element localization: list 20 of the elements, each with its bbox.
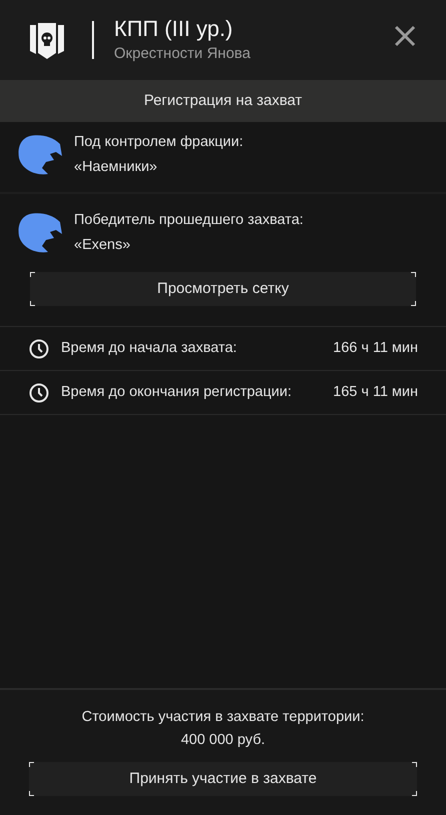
tab[interactable]: Регистрация на захват: [0, 80, 446, 122]
join-capture-button[interactable]: Принять участие в захвате: [29, 762, 417, 796]
timer-value: 165 ч 11 мин: [333, 382, 418, 402]
timer-label: Время до окончания регистрации:: [61, 382, 293, 402]
view-grid-button[interactable]: Просмотреть сетку: [30, 272, 416, 306]
location-title: КПП (III ур.): [114, 15, 234, 43]
timer-label: Время до начала захвата:: [61, 338, 238, 358]
clock-icon: [29, 382, 49, 402]
faction-name: «Наемники»: [74, 158, 158, 177]
location-subtitle: Окрестности Янова: [114, 44, 252, 64]
faction-name: «Exens»: [74, 236, 132, 255]
timer-value: 166 ч 11 мин: [333, 338, 418, 358]
close-icon: [394, 25, 416, 47]
close-button[interactable]: [394, 25, 416, 47]
faction-label: Победитель прошедшего захвата:: [74, 211, 304, 230]
skull-banner-icon: [30, 21, 64, 59]
faction-label: Под контролем фракции:: [74, 133, 244, 152]
clock-icon: [29, 338, 49, 358]
cost-label: Стоимость участия в захвате территории:: [82, 708, 364, 727]
cost-value: 400 000 руб.: [180, 731, 266, 750]
